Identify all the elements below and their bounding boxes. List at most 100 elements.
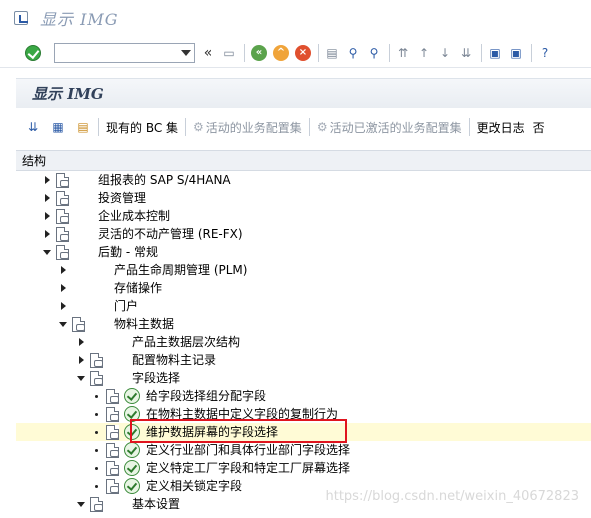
save-icon[interactable]: ▭: [221, 45, 237, 61]
new-session-icon[interactable]: ▣: [487, 45, 503, 61]
shortcut-icon[interactable]: ▣: [508, 45, 524, 61]
tree-node-label: 给字段选择组分配字段: [146, 389, 267, 403]
window-title: 显示 IMG: [40, 10, 119, 29]
expand-node-icon[interactable]: [42, 171, 52, 189]
tree-node[interactable]: 灵活的不动产管理 (RE-FX): [16, 225, 591, 243]
command-field[interactable]: [54, 42, 195, 63]
documentation-icon[interactable]: [56, 209, 69, 224]
help-icon[interactable]: ?: [537, 45, 553, 61]
tree-rows: 组报表的 SAP S/4HANA 投资管理 企业成本控制灵活的不动产管理 (RE-F…: [16, 171, 591, 513]
tree-node[interactable]: 在物料主数据中定义字段的复制行为: [16, 405, 591, 423]
expand-node-icon[interactable]: [42, 207, 52, 225]
documentation-icon[interactable]: [90, 497, 103, 512]
tree-node[interactable]: 存储操作: [16, 279, 591, 297]
tree-node[interactable]: 组报表的 SAP S/4HANA: [16, 171, 591, 189]
truncated-button[interactable]: 否: [533, 119, 545, 136]
last-page-icon[interactable]: ⇊: [458, 45, 474, 61]
tree-node[interactable]: 物料主数据: [16, 315, 591, 333]
biz-config-icon: ⚙: [193, 120, 204, 134]
cancel-icon[interactable]: ×: [295, 44, 311, 61]
exit-icon-orange[interactable]: ^: [273, 44, 289, 61]
expand-node-icon[interactable]: [42, 189, 52, 207]
screen-title: 显示 IMG: [32, 85, 104, 103]
back-icon[interactable]: «: [251, 44, 267, 61]
next-page-icon[interactable]: ↓: [437, 45, 453, 61]
tree-node-label: 组报表的 SAP S/4HANA: [98, 173, 231, 187]
tree-node-label: 字段选择: [132, 371, 181, 385]
documentation-icon[interactable]: [56, 227, 69, 242]
documentation-icon[interactable]: [56, 245, 69, 260]
toolbar-divider: [308, 118, 310, 136]
documentation-icon[interactable]: [106, 443, 119, 458]
activated-biz-config-sets-button[interactable]: 活动已激活的业务配置集: [330, 119, 462, 136]
documentation-icon[interactable]: [106, 425, 119, 440]
execute-activity-icon[interactable]: [124, 406, 140, 422]
documentation-icon[interactable]: [106, 479, 119, 494]
standard-toolbar: « ▭ « ^ × ▤ ⚲ ⚲ ⇈ ↑ ↓ ⇊ ▣ ▣ ?: [0, 38, 591, 68]
exit-icon[interactable]: [14, 11, 28, 25]
documentation-icon[interactable]: [90, 371, 103, 386]
expand-node-icon[interactable]: [76, 333, 86, 351]
documentation-icon[interactable]: [56, 191, 69, 206]
execute-activity-icon[interactable]: [124, 388, 140, 404]
img-structure-tree: 结构 组报表的 SAP S/4HANA 投资管理 企业成本控制灵活的不动产管理 (R…: [16, 150, 591, 518]
bc-sets-button[interactable]: 现有的 BC 集: [106, 119, 178, 136]
tree-node[interactable]: 维护数据屏幕的字段选择: [16, 423, 591, 441]
active-biz-config-sets-button[interactable]: 活动的业务配置集: [206, 119, 302, 136]
tree-column-header: 结构: [16, 151, 591, 171]
dropdown-arrow-icon[interactable]: [181, 49, 191, 56]
tree-node[interactable]: 产品主数据层次结构: [16, 333, 591, 351]
print-icon[interactable]: ▤: [324, 45, 340, 61]
tree-node-label: 灵活的不动产管理 (RE-FX): [98, 227, 243, 241]
tree-node[interactable]: 后勤 - 常规: [16, 243, 591, 261]
documentation-icon[interactable]: [106, 407, 119, 422]
documentation-icon[interactable]: [106, 389, 119, 404]
tree-node-label: 存储操作: [114, 281, 163, 295]
tree-node[interactable]: 门户: [16, 297, 591, 315]
chevron-left-icon[interactable]: «: [200, 45, 216, 61]
tree-node[interactable]: 产品生命周期管理 (PLM): [16, 261, 591, 279]
change-log-button[interactable]: 更改日志: [477, 119, 525, 136]
execute-activity-icon[interactable]: [124, 478, 140, 494]
tree-node[interactable]: 字段选择: [16, 369, 591, 387]
toolbar-divider: [185, 118, 187, 136]
expand-node-icon[interactable]: [58, 297, 68, 315]
tree-node-label: 定义相关锁定字段: [146, 479, 243, 493]
expand-node-icon[interactable]: [58, 279, 68, 297]
tree-node[interactable]: 投资管理: [16, 189, 591, 207]
find-icon[interactable]: ⚲: [345, 45, 361, 61]
execute-activity-icon[interactable]: [124, 442, 140, 458]
note-icon[interactable]: ▤: [75, 120, 91, 134]
execute-activity-icon[interactable]: [124, 460, 140, 476]
documentation-icon[interactable]: [106, 461, 119, 476]
tree-node[interactable]: 定义特定工厂字段和特定工厂屏幕选择: [16, 459, 591, 477]
collapse-node-icon[interactable]: [42, 243, 52, 261]
tree-node-label: 基本设置: [132, 497, 181, 511]
expand-node-icon[interactable]: [58, 261, 68, 279]
leaf-bullet-icon: [92, 423, 102, 441]
documentation-icon[interactable]: [56, 173, 69, 188]
tree-node[interactable]: 定义行业部门和具体行业部门字段选择: [16, 441, 591, 459]
tree-node-label: 在物料主数据中定义字段的复制行为: [146, 407, 339, 421]
enter-check-icon[interactable]: [25, 44, 41, 61]
collapse-node-icon[interactable]: [58, 315, 68, 333]
first-page-icon[interactable]: ⇈: [395, 45, 411, 61]
tree-node[interactable]: 配置物料主记录: [16, 351, 591, 369]
tree-node[interactable]: 企业成本控制: [16, 207, 591, 225]
prev-page-icon[interactable]: ↑: [416, 45, 432, 61]
expand-all-icon[interactable]: ⇊: [25, 120, 41, 134]
collapse-node-icon[interactable]: [76, 495, 86, 513]
documentation-icon[interactable]: [72, 317, 85, 332]
tree-node-label: 物料主数据: [114, 317, 175, 331]
toolbar-divider: [244, 43, 245, 62]
documentation-icon[interactable]: [90, 353, 103, 368]
leaf-bullet-icon: [92, 477, 102, 495]
expand-node-icon[interactable]: [76, 351, 86, 369]
tree-node[interactable]: 给字段选择组分配字段: [16, 387, 591, 405]
expand-node-icon[interactable]: [42, 225, 52, 243]
where-used-icon[interactable]: ▦: [50, 120, 66, 134]
collapse-node-icon[interactable]: [76, 369, 86, 387]
tree-node-label: 定义行业部门和具体行业部门字段选择: [146, 443, 351, 457]
find-next-icon[interactable]: ⚲: [366, 45, 382, 61]
execute-activity-icon[interactable]: [124, 424, 140, 440]
